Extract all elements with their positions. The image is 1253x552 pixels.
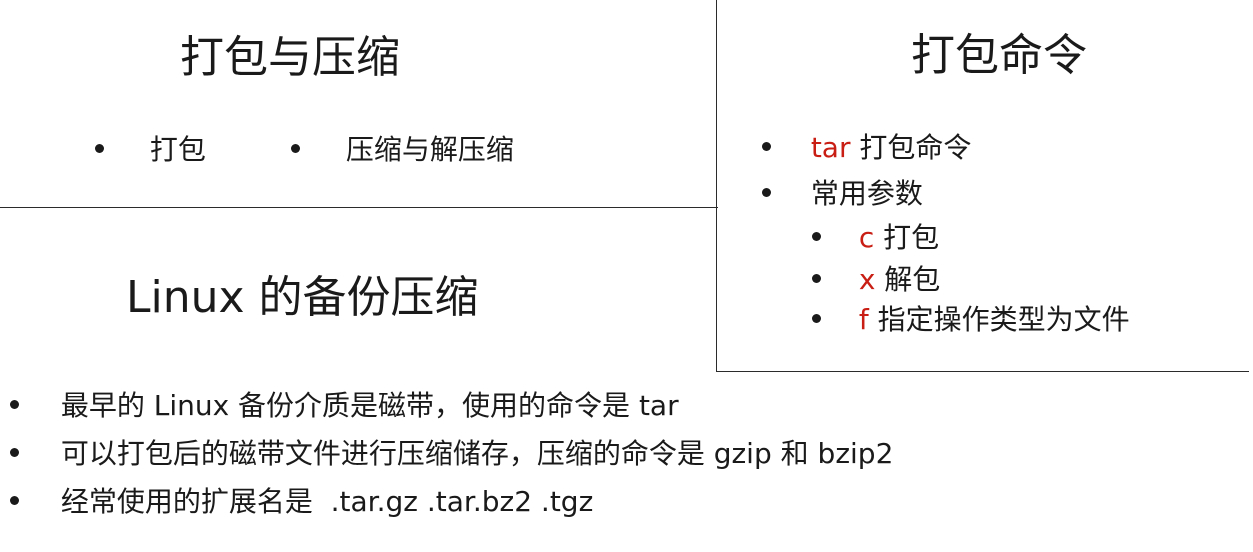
param-description: 指定操作类型为文件 [877, 303, 1130, 336]
divider-vertical [716, 0, 717, 372]
pack-compress-item-compress: 压缩与解压缩 [291, 136, 514, 164]
pack-compress-item-label: 压缩与解压缩 [345, 133, 514, 166]
param-item-f: f 指定操作类型为文件 [812, 306, 1130, 334]
bullet-icon [10, 495, 19, 505]
bullet-icon [812, 313, 821, 323]
param-flag: c [858, 221, 875, 254]
linux-backup-item-label: 经常使用的扩展名是 .tar.gz .tar.bz2 .tgz [60, 485, 594, 518]
linux-backup-item-1: 最早的 Linux 备份介质是磁带，使用的命令是 tar [10, 392, 679, 420]
linux-backup-item-label: 可以打包后的磁带文件进行压缩储存，压缩的命令是 gzip 和 bzip2 [60, 437, 894, 470]
linux-backup-item-2: 可以打包后的磁带文件进行压缩储存，压缩的命令是 gzip 和 bzip2 [10, 440, 893, 468]
param-description: 解包 [884, 263, 941, 296]
bullet-icon [10, 447, 19, 457]
bullet-icon [812, 273, 821, 283]
pack-compress-title: 打包与压缩 [180, 32, 400, 83]
pack-command-item-tar: tar 打包命令 [762, 134, 971, 162]
params-heading: 常用参数 [810, 177, 923, 210]
command-keyword: tar [810, 131, 851, 164]
pack-compress-item-label: 打包 [149, 133, 206, 166]
param-description: 打包 [883, 221, 940, 254]
linux-backup-title: Linux 的备份压缩 [126, 272, 479, 323]
param-item-x: x 解包 [812, 266, 940, 294]
pack-command-title: 打包命令 [911, 30, 1087, 81]
bullet-icon [762, 141, 771, 151]
bullet-icon [95, 143, 104, 153]
param-item-c: c 打包 [812, 224, 939, 252]
param-flag: x [858, 263, 876, 296]
divider-horizontal-left [0, 207, 718, 208]
pack-compress-item-pack: 打包 [95, 136, 206, 164]
divider-horizontal-right [716, 371, 1249, 372]
linux-backup-item-3: 经常使用的扩展名是 .tar.gz .tar.bz2 .tgz [10, 488, 593, 516]
bullet-icon [762, 187, 771, 197]
pack-command-item-params: 常用参数 [762, 180, 923, 208]
linux-backup-item-label: 最早的 Linux 备份介质是磁带，使用的命令是 tar [60, 389, 679, 422]
bullet-icon [10, 399, 19, 409]
bullet-icon [812, 231, 821, 241]
param-flag: f [858, 303, 869, 336]
command-description: 打包命令 [859, 131, 972, 164]
bullet-icon [291, 143, 300, 153]
